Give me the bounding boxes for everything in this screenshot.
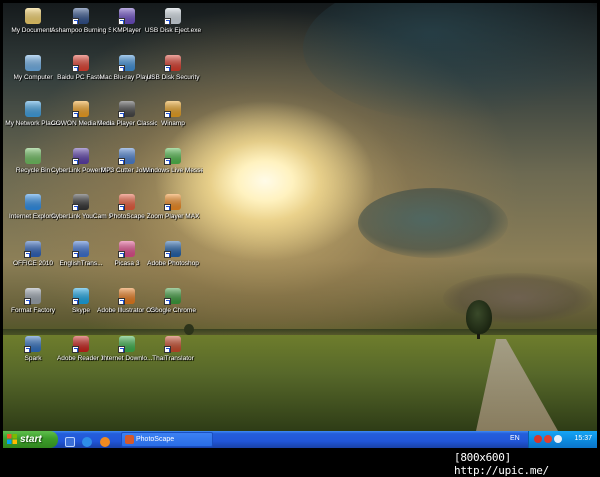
folder-documents-icon <box>24 7 42 25</box>
tray-app-icon[interactable] <box>534 435 542 443</box>
taskbar: start PhotoScape EN 15:37 <box>3 431 597 448</box>
shortcut-arrow-icon <box>164 251 171 258</box>
shortcut-arrow-icon <box>24 346 31 353</box>
shortcut-arrow-icon <box>164 158 171 165</box>
shortcut-arrow-icon <box>164 18 171 25</box>
shortcut-arrow-icon <box>164 298 171 305</box>
computer-icon <box>24 54 42 72</box>
illustrator-icon <box>118 287 136 305</box>
picasa-icon <box>118 240 136 258</box>
desktop-icon-chrome[interactable]: Google Chrome <box>143 287 203 333</box>
system-tray: 15:37 <box>528 431 597 448</box>
powerdvd-icon <box>72 147 90 165</box>
shortcut-arrow-icon <box>118 65 125 72</box>
shortcut-arrow-icon <box>72 346 79 353</box>
desktop-icon-label: Adobe Photoshop <box>147 260 199 267</box>
network-globe-icon <box>24 100 42 118</box>
shortcut-arrow-icon <box>72 18 79 25</box>
shortcut-arrow-icon <box>72 111 79 118</box>
shortcut-arrow-icon <box>72 65 79 72</box>
play-circle-icon <box>164 193 182 211</box>
shortcut-arrow-icon <box>118 18 125 25</box>
show-desktop-icon[interactable] <box>65 437 75 447</box>
desktop-icon-zoom-player[interactable]: Zoom Player MAX <box>143 193 203 239</box>
desktop-icon-winamp[interactable]: Winamp <box>143 100 203 146</box>
scissors-note-icon <box>118 147 136 165</box>
internet-explorer-icon[interactable] <box>82 437 93 447</box>
usb-eject-icon <box>164 7 182 25</box>
burning-flame-icon <box>72 7 90 25</box>
film-clapper-icon <box>118 100 136 118</box>
desktop-icon-thaitranslator[interactable]: ThaiTranslator <box>143 335 203 381</box>
image-caption: [800x600] http://upic.me/ <box>454 451 549 477</box>
recycle-bin-icon <box>24 147 42 165</box>
internet-explorer-icon <box>24 193 42 211</box>
pdf-reader-icon <box>72 335 90 353</box>
baidu-shield-icon <box>72 54 90 72</box>
photoshop-icon <box>164 240 182 258</box>
windows-flag-icon <box>7 434 17 444</box>
spark-icon <box>24 335 42 353</box>
start-label: start <box>20 434 42 445</box>
webcam-icon <box>72 193 90 211</box>
shortcut-arrow-icon <box>72 158 79 165</box>
desktop[interactable]: My DocumentsAshampoo Burning Stu...KMPla… <box>3 3 597 431</box>
taskbar-item-label: PhotoScape <box>136 436 175 443</box>
desktop-icon-label: ThaiTranslator <box>152 355 194 362</box>
shield-icon <box>164 54 182 72</box>
chrome-icon <box>164 287 182 305</box>
wallpaper-tree <box>466 300 492 334</box>
tray-shield-icon[interactable] <box>544 435 552 443</box>
translator-book-icon <box>164 335 182 353</box>
desktop-icon-live-messenger[interactable]: Windows Live Messenger <box>143 147 203 193</box>
shortcut-arrow-icon <box>118 158 125 165</box>
shortcut-arrow-icon <box>118 346 125 353</box>
skype-icon <box>72 287 90 305</box>
wallpaper-cloud <box>358 188 508 258</box>
quick-launch <box>65 434 113 447</box>
download-globe-icon <box>118 335 136 353</box>
word-document-icon <box>24 240 42 258</box>
messenger-buddy-icon <box>164 147 182 165</box>
cowon-icon <box>72 100 90 118</box>
shortcut-arrow-icon <box>118 251 125 258</box>
clock[interactable]: 15:37 <box>574 435 592 442</box>
gears-icon <box>24 287 42 305</box>
wallpaper-cloud <box>303 3 597 123</box>
desktop-icon-photoshop[interactable]: Adobe Photoshop <box>143 240 203 286</box>
shortcut-arrow-icon <box>72 298 79 305</box>
shortcut-arrow-icon <box>72 251 79 258</box>
shortcut-arrow-icon <box>164 111 171 118</box>
start-button[interactable]: start <box>3 431 58 448</box>
shortcut-arrow-icon <box>24 298 31 305</box>
shortcut-arrow-icon <box>118 298 125 305</box>
shortcut-arrow-icon <box>24 251 31 258</box>
winamp-icon <box>164 100 182 118</box>
desktop-icon-label: Zoom Player MAX <box>146 213 200 220</box>
desktop-icon-label: USB Disk Security <box>146 74 200 81</box>
screenshot-frame: My DocumentsAshampoo Burning Stu...KMPla… <box>0 0 600 477</box>
language-indicator[interactable]: EN <box>510 435 520 442</box>
photoscape-icon <box>125 435 134 444</box>
desktop-icon-usb-eject[interactable]: USB Disk Eject.exe <box>143 7 203 53</box>
media-player-icon[interactable] <box>99 437 110 447</box>
shortcut-arrow-icon <box>118 204 125 211</box>
photoscape-icon <box>118 193 136 211</box>
shortcut-arrow-icon <box>118 111 125 118</box>
tray-volume-icon[interactable] <box>554 435 562 443</box>
bluray-disc-icon <box>118 54 136 72</box>
shortcut-arrow-icon <box>164 65 171 72</box>
kmplayer-icon <box>118 7 136 25</box>
desktop-icon-usb-security[interactable]: USB Disk Security <box>143 54 203 100</box>
abc-dictionary-icon <box>72 240 90 258</box>
shortcut-arrow-icon <box>164 346 171 353</box>
desktop-icon-label: Winamp <box>161 120 185 127</box>
taskbar-item-photoscape[interactable]: PhotoScape <box>121 432 213 447</box>
shortcut-arrow-icon <box>72 204 79 211</box>
desktop-icon-label: Google Chrome <box>150 307 196 314</box>
desktop-icon-label: USB Disk Eject.exe <box>144 27 202 34</box>
shortcut-arrow-icon <box>164 204 171 211</box>
desktop-icon-label: Windows Live Messenger <box>143 167 203 174</box>
